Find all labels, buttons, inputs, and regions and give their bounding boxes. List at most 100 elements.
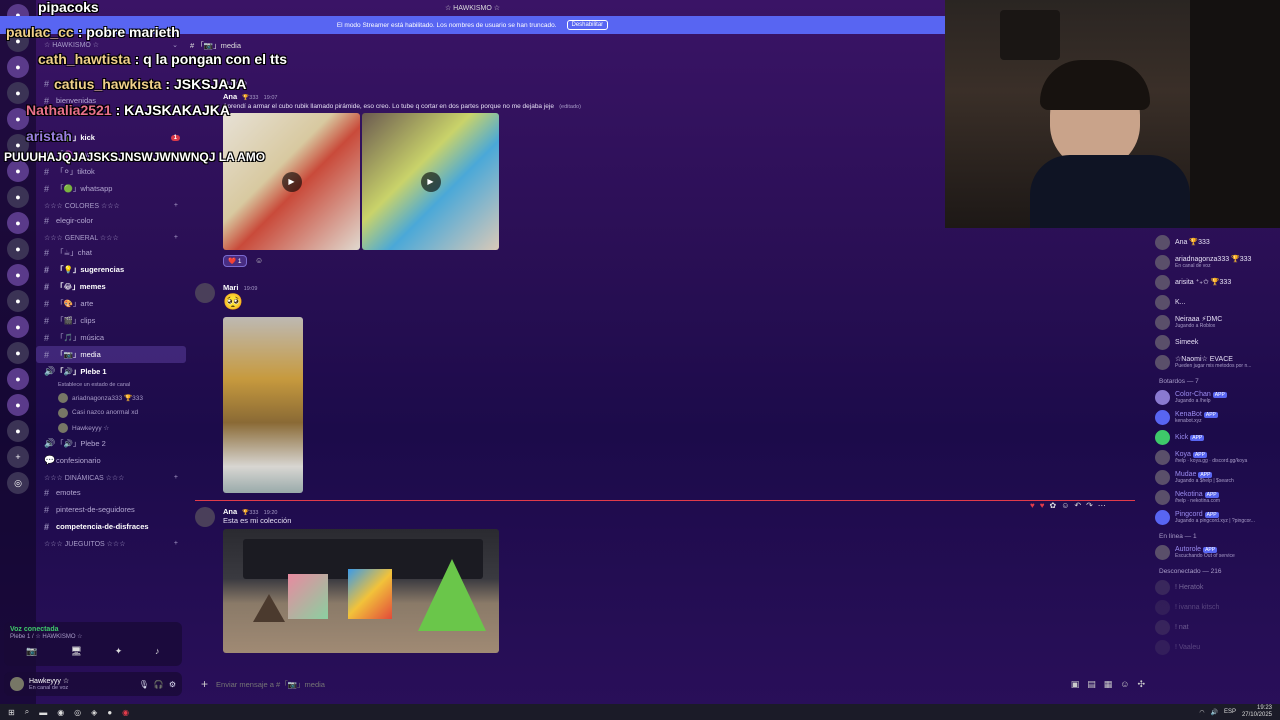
message-author[interactable]: Mari bbox=[223, 283, 238, 292]
server-icon[interactable]: ● bbox=[7, 238, 29, 260]
server-icon[interactable]: ● bbox=[7, 56, 29, 78]
bot-member[interactable]: Nekotina APP/help · nekotina.com bbox=[1155, 487, 1280, 507]
channel-sugerencias[interactable]: # 「💡」sugerencias bbox=[36, 261, 186, 278]
channel-chat[interactable]: # 「☕」chat bbox=[36, 244, 186, 261]
reaction-heart[interactable]: ❤️ 1 bbox=[223, 255, 247, 267]
message-author[interactable]: Ana bbox=[223, 92, 237, 101]
server-icon[interactable]: ● bbox=[7, 212, 29, 234]
browser-icon[interactable]: ◉ bbox=[57, 708, 64, 717]
member[interactable]: ariadnagonza333 🏆333 En canal de voz bbox=[1155, 252, 1280, 272]
soundboard-icon[interactable]: ♪ bbox=[155, 646, 160, 657]
heart-reaction-icon[interactable]: ♥ bbox=[1030, 501, 1035, 510]
wifi-icon[interactable]: ◠ bbox=[1199, 709, 1204, 716]
voice-user[interactable]: Hawkeyyy ☆ bbox=[36, 420, 186, 435]
play-icon[interactable]: ▶ bbox=[281, 171, 302, 192]
video-attachment[interactable]: ▶ bbox=[223, 113, 360, 250]
server-icon[interactable]: ● bbox=[7, 264, 29, 286]
apps-icon[interactable]: ✣ bbox=[1137, 679, 1145, 690]
plus-icon[interactable]: + bbox=[174, 540, 178, 548]
play-icon[interactable]: ▶ bbox=[420, 171, 441, 192]
add-reaction-icon[interactable]: ☺ bbox=[1061, 501, 1069, 510]
bot-member[interactable]: Pingcord APP Jugando a pingcord.xyz | ?pin… bbox=[1155, 507, 1280, 527]
offline-member[interactable]: ! ivanna kitsch bbox=[1155, 597, 1280, 617]
message-reply-context[interactable]: q tierno bbox=[195, 80, 955, 87]
more-icon[interactable]: ⋯ bbox=[1098, 501, 1106, 510]
image-attachment[interactable] bbox=[223, 529, 499, 653]
windows-start-icon[interactable]: ⊞ bbox=[8, 708, 15, 717]
app-icon[interactable]: ◎ bbox=[74, 708, 81, 717]
avatar[interactable] bbox=[195, 283, 215, 303]
sticker-icon[interactable]: ▦ bbox=[1104, 679, 1113, 690]
channel-musica[interactable]: # 「🎵」música bbox=[36, 329, 186, 346]
voice-channel-plebe-1[interactable]: 🔊 「🔊」Plebe 1 bbox=[36, 363, 186, 380]
volume-icon[interactable]: 🔊 bbox=[1210, 709, 1217, 716]
server-icon[interactable]: ● bbox=[7, 368, 29, 390]
category-jueguitos[interactable]: ☆☆☆ JUEGUITOS ☆☆☆ + bbox=[36, 535, 186, 550]
screen-share-icon[interactable]: 🖥 bbox=[70, 646, 81, 657]
server-icon[interactable]: ● bbox=[7, 342, 29, 364]
channel-whatsapp[interactable]: # 「🟢」whatsapp bbox=[36, 180, 186, 197]
server-icon[interactable]: ● bbox=[7, 420, 29, 442]
voice-user[interactable]: Casi nazco anormal xd bbox=[36, 405, 186, 420]
add-reaction-icon[interactable]: ☺ bbox=[255, 256, 263, 265]
forward-icon[interactable]: ↷ bbox=[1086, 501, 1093, 510]
search-icon[interactable]: ⌕ bbox=[25, 707, 29, 717]
server-icon[interactable]: ● bbox=[7, 316, 29, 338]
offline-member[interactable]: ! Heratok bbox=[1155, 577, 1280, 597]
gif-icon[interactable]: ▤ bbox=[1087, 679, 1096, 690]
offline-member[interactable]: ! Vaaleu bbox=[1155, 637, 1280, 657]
headphones-icon[interactable]: 🎧 bbox=[154, 680, 164, 689]
heart-reaction-icon[interactable]: ♥ bbox=[1040, 501, 1045, 510]
plus-icon[interactable]: + bbox=[174, 474, 178, 482]
offline-member[interactable]: ! nat bbox=[1155, 617, 1280, 637]
message-author[interactable]: Ana bbox=[223, 507, 237, 516]
channel-arte[interactable]: # 「🎨」arte bbox=[36, 295, 186, 312]
channel-pinterest[interactable]: # pinterest-de-seguidores bbox=[36, 501, 186, 518]
disable-streamer-button[interactable]: Deshabilitar bbox=[566, 20, 609, 30]
reply-icon[interactable]: ↶ bbox=[1074, 501, 1081, 510]
emoji-icon[interactable]: ✿ bbox=[1050, 501, 1057, 510]
message-input[interactable] bbox=[216, 679, 1017, 689]
channel-confesionario[interactable]: 💬 confesionario bbox=[36, 452, 186, 469]
discord-icon[interactable]: ◈ bbox=[91, 708, 97, 717]
server-icon[interactable]: ● bbox=[7, 394, 29, 416]
member[interactable]: ☆Naomi☆ EVACE Pueden jugar mis metodos po… bbox=[1155, 352, 1280, 372]
app-icon[interactable]: ◉ bbox=[122, 708, 129, 717]
category-dinamicas[interactable]: ☆☆☆ DINÁMICAS ☆☆☆ + bbox=[36, 469, 186, 484]
member[interactable]: K... bbox=[1155, 292, 1280, 312]
activities-icon[interactable]: ✦ bbox=[115, 646, 123, 657]
member[interactable]: arisita ⁺₊✩ 🏆333 bbox=[1155, 272, 1280, 292]
channel-memes[interactable]: # 「😂」memes bbox=[36, 278, 186, 295]
plus-icon[interactable]: + bbox=[174, 234, 178, 242]
voice-channel-status[interactable]: Establece un estado de canal bbox=[36, 380, 186, 390]
video-attachment[interactable]: ▶ bbox=[362, 113, 499, 250]
member[interactable]: Neiraaa ⚡DMC Jugando a Roblox bbox=[1155, 312, 1280, 332]
voice-connected-sub[interactable]: Plebe 1 / ☆ HAWKISMO ☆ bbox=[10, 633, 176, 640]
folder-icon[interactable]: ▬ bbox=[39, 708, 47, 717]
image-attachment[interactable] bbox=[223, 317, 303, 493]
gear-icon[interactable]: ⚙ bbox=[169, 680, 176, 689]
channel-elegir-color[interactable]: # elegir-color bbox=[36, 212, 186, 229]
bot-member[interactable]: Autorole APP Escuchando Out of service bbox=[1155, 542, 1280, 562]
bot-member[interactable]: Koya APP/help · koya.gg · discord.gg/koya bbox=[1155, 447, 1280, 467]
keyboard-lang[interactable]: ESP bbox=[1224, 709, 1236, 715]
server-icon[interactable]: ● bbox=[7, 290, 29, 312]
discover-icon[interactable]: ◎ bbox=[7, 472, 29, 494]
voice-channel-plebe-2[interactable]: 🔊 「🔊」Plebe 2 bbox=[36, 435, 186, 452]
server-icon[interactable]: ● bbox=[7, 82, 29, 104]
bot-member[interactable]: Color-Chan APP Jugando a /help bbox=[1155, 387, 1280, 407]
voice-user[interactable]: ariadnagonza333 🏆333 bbox=[36, 390, 186, 405]
plus-icon[interactable]: + bbox=[174, 202, 178, 210]
member[interactable]: Simeek bbox=[1155, 332, 1280, 352]
channel-competencia[interactable]: # competencia-de-disfraces bbox=[36, 518, 186, 535]
category-colores[interactable]: ☆☆☆ COLORES ☆☆☆ + bbox=[36, 197, 186, 212]
category-general[interactable]: ☆☆☆ GENERAL ☆☆☆ + bbox=[36, 229, 186, 244]
user-name[interactable]: Hawkeyyy ☆ bbox=[29, 677, 69, 685]
channel-emotes[interactable]: # emotes bbox=[36, 484, 186, 501]
clock[interactable]: 19:23 27/10/2025 bbox=[1242, 705, 1272, 719]
add-server-icon[interactable]: + bbox=[7, 446, 29, 468]
channel-clips[interactable]: # 「🎬」clips bbox=[36, 312, 186, 329]
member[interactable]: Ana 🏆333 bbox=[1155, 232, 1280, 252]
bot-member[interactable]: Kick APP bbox=[1155, 427, 1280, 447]
channel-media[interactable]: # 「📷」media bbox=[36, 346, 186, 363]
